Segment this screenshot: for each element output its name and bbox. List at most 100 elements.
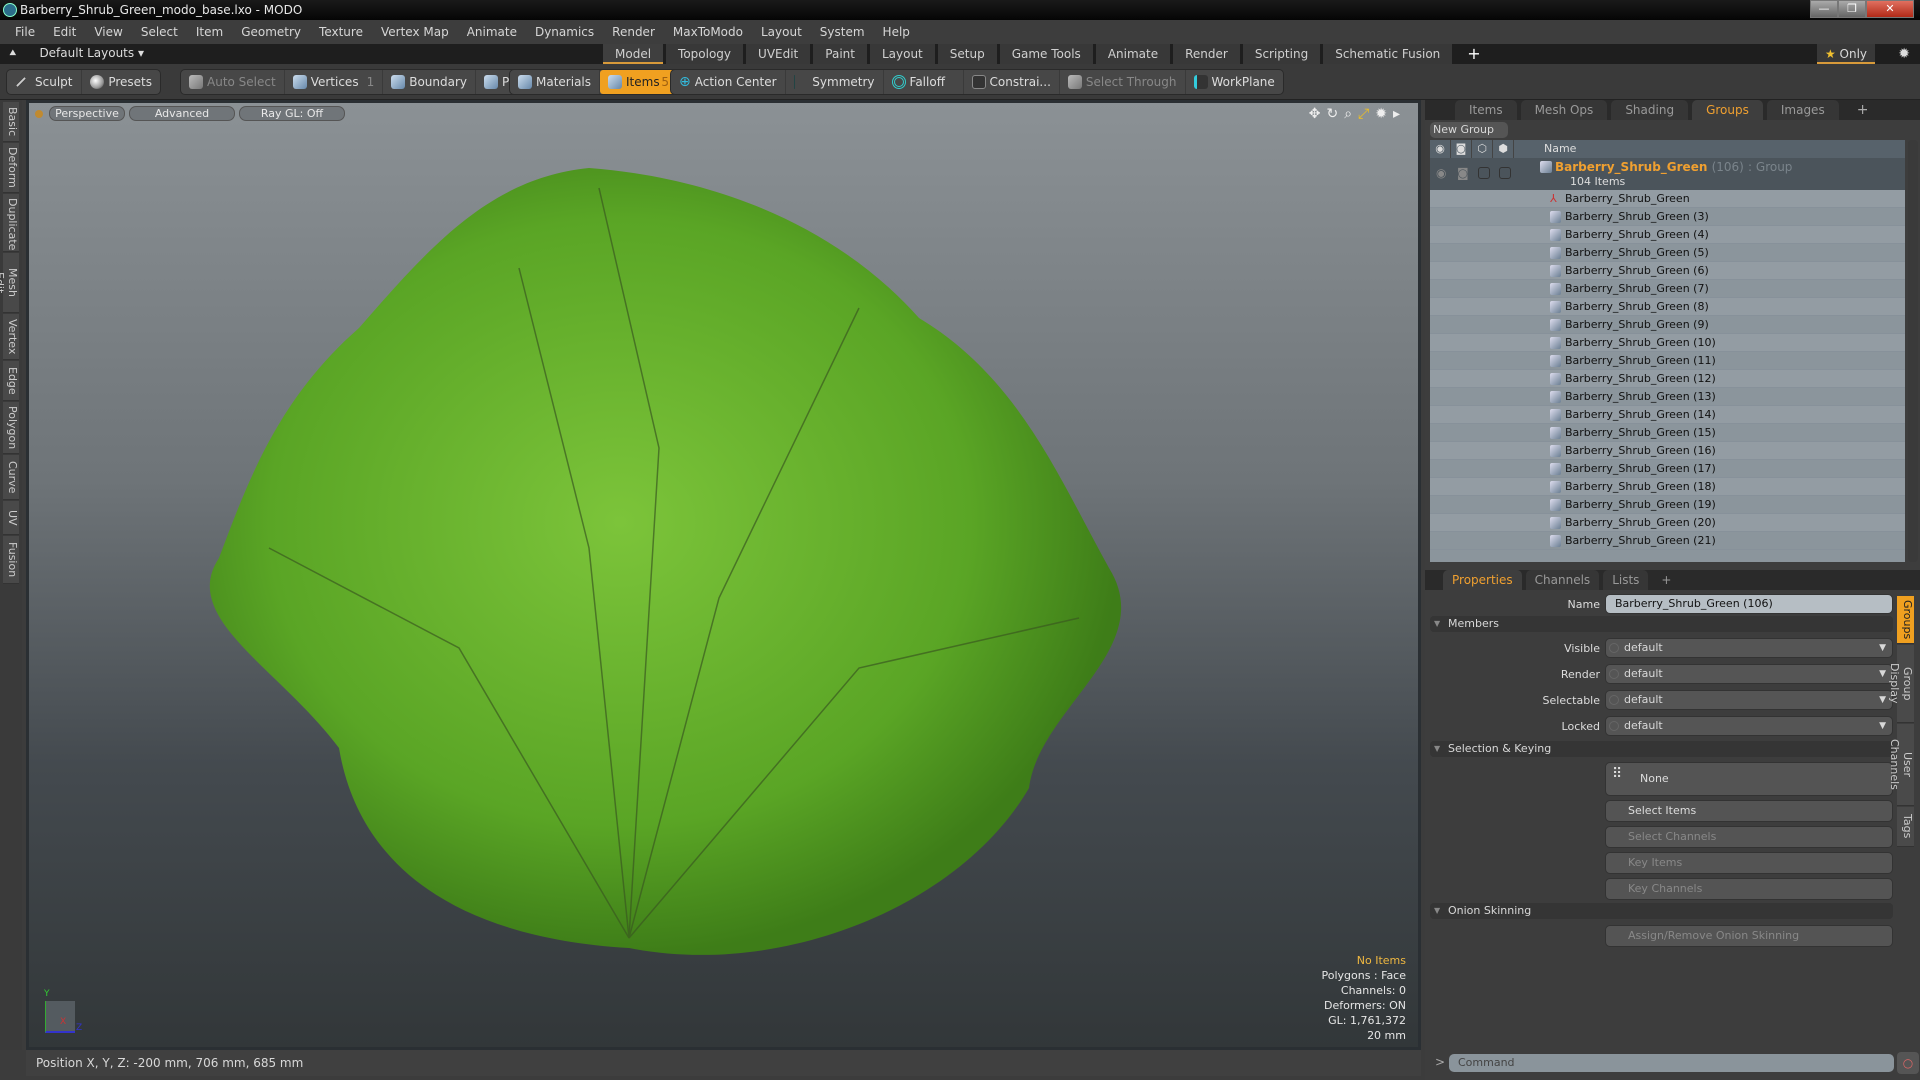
viewport-menu-arrow-icon[interactable]: ▸ <box>1393 106 1400 122</box>
tab-duplicate[interactable]: Duplicate <box>3 194 19 252</box>
new-group-button[interactable]: New Group <box>1430 122 1508 138</box>
close-button[interactable]: ✕ <box>1866 0 1914 18</box>
gear-icon[interactable]: ✹ <box>1898 46 1910 62</box>
auto-select-button[interactable]: Auto Select <box>181 70 285 94</box>
tab-channels[interactable]: Channels <box>1525 570 1600 590</box>
name-column-header[interactable]: Name <box>1514 140 1576 158</box>
tree-row[interactable]: Barberry_Shrub_Green (6) <box>1430 262 1905 280</box>
workplane-button[interactable]: WorkPlane <box>1186 70 1283 94</box>
tree-row[interactable]: Barberry_Shrub_Green (3) <box>1430 208 1905 226</box>
tab-mesh-edit[interactable]: Mesh Edit <box>0 253 19 313</box>
rotate-icon[interactable]: ↻ <box>1326 106 1338 122</box>
lock-column-icon[interactable]: ⬢ <box>1493 140 1514 158</box>
tree-row[interactable]: Barberry_Shrub_Green (5) <box>1430 244 1905 262</box>
tree-scrollbar[interactable] <box>1908 140 1918 562</box>
select-through-button[interactable]: Select Through <box>1060 70 1186 94</box>
tab-edge[interactable]: Edge <box>3 361 19 401</box>
viewport-gear-icon[interactable]: ✹ <box>1375 106 1387 122</box>
menu-edit[interactable]: Edit <box>44 25 85 39</box>
presets-button[interactable]: Presets <box>82 70 160 94</box>
tree-row[interactable]: Barberry_Shrub_Green (13) <box>1430 388 1905 406</box>
side-tab-tags[interactable]: Tags <box>1897 807 1914 847</box>
visible-dropdown[interactable]: default ▼ <box>1605 638 1893 658</box>
only-button[interactable]: ★ Only <box>1817 44 1875 64</box>
menu-item[interactable]: Item <box>187 25 232 39</box>
layout-tab-topology[interactable]: Topology <box>666 44 744 64</box>
minimize-button[interactable]: — <box>1810 0 1838 18</box>
ray-gl-button[interactable]: Ray GL: Off <box>239 106 345 121</box>
layout-tab-uvedit[interactable]: UVEdit <box>746 44 811 64</box>
menu-system[interactable]: System <box>811 25 874 39</box>
side-tab-group-display[interactable]: Group Display <box>1888 645 1914 723</box>
selectable-toggle[interactable] <box>1478 167 1490 179</box>
layout-tab-layout[interactable]: Layout <box>869 44 935 64</box>
select-channels-button[interactable]: Select Channels <box>1605 826 1893 848</box>
menu-select[interactable]: Select <box>132 25 187 39</box>
tree-row[interactable]: Barberry_Shrub_Green (21) <box>1430 532 1905 550</box>
layout-tab-animate[interactable]: Animate <box>1095 44 1171 64</box>
tree-row[interactable]: Barberry_Shrub_Green (12) <box>1430 370 1905 388</box>
tree-row[interactable]: Barberry_Shrub_Green (16) <box>1430 442 1905 460</box>
eye-icon[interactable]: ◉ <box>1436 166 1446 180</box>
menu-file[interactable]: File <box>6 25 44 39</box>
menu-vertex-map[interactable]: Vertex Map <box>372 25 458 39</box>
layout-tab-setup[interactable]: Setup <box>937 44 997 64</box>
selection-keying-section[interactable]: Selection & Keying <box>1430 741 1893 757</box>
onion-skinning-section[interactable]: Onion Skinning <box>1430 903 1893 919</box>
tree-row[interactable]: Barberry_Shrub_Green (9) <box>1430 316 1905 334</box>
tab-items[interactable]: Items <box>1455 100 1517 120</box>
tree-row[interactable]: Barberry_Shrub_Green (15) <box>1430 424 1905 442</box>
tree-row[interactable]: Barberry_Shrub_Green (19) <box>1430 496 1905 514</box>
constraints-button[interactable]: Constrai... <box>964 70 1060 94</box>
tab-curve[interactable]: Curve <box>3 455 19 500</box>
none-button[interactable]: ⠿ None <box>1605 762 1893 796</box>
menu-geometry[interactable]: Geometry <box>232 25 310 39</box>
sculpt-button[interactable]: Sculpt <box>7 70 83 94</box>
symmetry-button[interactable]: Symmetry <box>786 70 884 94</box>
tree-row[interactable]: Barberry_Shrub_Green (4) <box>1430 226 1905 244</box>
render-dropdown[interactable]: default ▼ <box>1605 664 1893 684</box>
tab-fusion[interactable]: Fusion <box>3 536 19 584</box>
tree-row[interactable]: Barberry_Shrub_Green (18) <box>1430 478 1905 496</box>
layout-tab-schematic-fusion[interactable]: Schematic Fusion <box>1323 44 1453 64</box>
layout-selector[interactable]: ⯅ Default Layouts ▾ <box>8 46 144 61</box>
locked-dropdown[interactable]: default ▼ <box>1605 716 1893 736</box>
action-center-button[interactable]: ⊕ Action Center <box>671 70 786 94</box>
name-field[interactable]: Barberry_Shrub_Green (106) <box>1605 594 1893 614</box>
menu-dynamics[interactable]: Dynamics <box>526 25 603 39</box>
members-section[interactable]: Members <box>1430 616 1893 632</box>
tree-row[interactable]: Barberry_Shrub_Green (20) <box>1430 514 1905 532</box>
tree-row[interactable]: Barberry_Shrub_Green (10) <box>1430 334 1905 352</box>
add-properties-tab-button[interactable]: + <box>1652 570 1680 590</box>
add-tab-button[interactable]: + <box>1843 100 1883 120</box>
tree-row[interactable]: Barberry_Shrub_Green (8) <box>1430 298 1905 316</box>
items-button[interactable]: Items 5 <box>600 70 678 94</box>
tab-properties[interactable]: Properties <box>1443 570 1522 590</box>
camera-icon[interactable]: ◙ <box>1457 166 1469 180</box>
3d-viewport[interactable]: Perspective Advanced Ray GL: Off ✥ ↻ ⌕ ⤢… <box>26 100 1421 1050</box>
tab-polygon[interactable]: Polygon <box>3 402 19 454</box>
vertices-button[interactable]: Vertices 1 <box>285 70 384 94</box>
tree-row[interactable]: ⅄ Barberry_Shrub_Green <box>1430 190 1905 208</box>
maximize-viewport-icon[interactable]: ⤢ <box>1358 106 1369 122</box>
tree-row[interactable]: Barberry_Shrub_Green (11) <box>1430 352 1905 370</box>
tab-mesh-ops[interactable]: Mesh Ops <box>1520 100 1608 120</box>
pan-icon[interactable]: ✥ <box>1309 106 1321 122</box>
group-row[interactable]: ◉ ◙ Barberry_Shrub_Green (106) : Group 1… <box>1430 158 1905 190</box>
render-column-icon[interactable]: ◙ <box>1451 140 1472 158</box>
lock-toggle[interactable] <box>1499 167 1511 179</box>
tab-groups[interactable]: Groups <box>1692 100 1763 120</box>
key-channels-button[interactable]: Key Channels <box>1605 878 1893 900</box>
maximize-button[interactable]: ❐ <box>1838 0 1866 18</box>
visibility-column-icon[interactable]: ◉ <box>1430 140 1451 158</box>
tab-vertex[interactable]: Vertex <box>3 314 19 360</box>
record-macro-icon[interactable]: ○ <box>1897 1052 1919 1074</box>
tree-row[interactable]: Barberry_Shrub_Green (17) <box>1430 460 1905 478</box>
perspective-button[interactable]: Perspective <box>49 106 125 121</box>
tab-lists[interactable]: Lists <box>1603 570 1649 590</box>
menu-texture[interactable]: Texture <box>310 25 372 39</box>
tab-shading[interactable]: Shading <box>1611 100 1689 120</box>
selectable-dropdown[interactable]: default ▼ <box>1605 690 1893 710</box>
materials-button[interactable]: Materials <box>510 70 601 94</box>
menu-help[interactable]: Help <box>874 25 919 39</box>
